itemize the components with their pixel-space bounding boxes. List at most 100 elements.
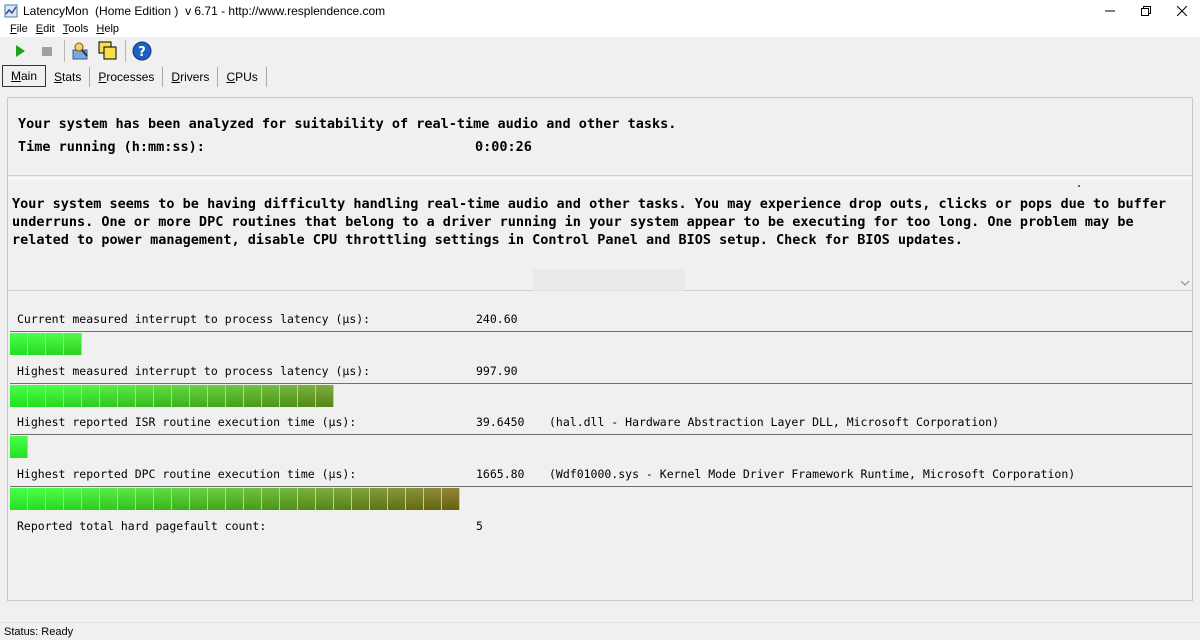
bar-segment: [208, 488, 226, 510]
bar-segment: [208, 385, 226, 407]
summary-section: Your system has been analyzed for suitab…: [8, 98, 1192, 176]
menu-tools-label: ools: [68, 23, 89, 35]
tab-stats-mnemonic: S: [54, 70, 63, 84]
menu-file-label: ile: [16, 23, 28, 35]
bar-segment: [10, 436, 28, 458]
tab-main[interactable]: Main: [2, 65, 47, 87]
bar-segment: [28, 333, 46, 355]
current-latency-bar-fill: [10, 333, 82, 355]
start-monitoring-button[interactable]: [8, 39, 32, 63]
tooltip-ghost: [533, 269, 685, 291]
bar-segment: [262, 385, 280, 407]
bar-segment: [154, 385, 172, 407]
bar-segment: [154, 488, 172, 510]
bar-segment: [28, 385, 46, 407]
current-latency-label: Current measured interrupt to process la…: [17, 312, 371, 326]
menu-file[interactable]: File: [10, 23, 28, 35]
bar-segment: [244, 488, 262, 510]
bar-segment: [190, 488, 208, 510]
main-panel: Your system has been analyzed for suitab…: [7, 97, 1193, 601]
window-overlay-button[interactable]: [96, 39, 120, 63]
analyze-drivers-button[interactable]: [69, 39, 93, 63]
bar-segment: [298, 488, 316, 510]
metrics-section: Current measured interrupt to process la…: [8, 293, 1192, 601]
title-bar: LatencyMon (Home Edition ) v 6.71 - http…: [0, 0, 1200, 21]
tab-drivers-label: rivers: [180, 70, 210, 84]
menu-bar: File Edit Tools Help: [0, 21, 1200, 37]
tab-processes[interactable]: Processes: [90, 67, 164, 87]
toolbar: ?: [0, 37, 1200, 65]
minimize-icon: [1105, 10, 1115, 11]
menu-edit[interactable]: Edit: [36, 23, 55, 35]
play-icon: [16, 45, 25, 57]
isr-time-bar: [10, 434, 1192, 458]
scroll-down-icon[interactable]: [1180, 279, 1190, 287]
analysis-summary: Your system has been analyzed for suitab…: [18, 116, 677, 132]
stop-icon: [42, 47, 52, 56]
bar-segment: [136, 488, 154, 510]
menu-help-label: elp: [104, 23, 120, 35]
minimize-button[interactable]: [1092, 0, 1128, 21]
cursor-dot: [1078, 185, 1080, 187]
current-latency-bar: [10, 331, 1192, 355]
menu-tools[interactable]: Tools: [63, 23, 89, 35]
tab-cpus-mnemonic: C: [226, 70, 236, 84]
menu-edit-mnemonic: E: [35, 23, 44, 35]
window-overlay-icon: [98, 41, 117, 60]
tab-bar: Main Stats Processes Drivers C PUs: [0, 65, 1200, 87]
bar-segment: [280, 488, 298, 510]
bar-segment: [118, 385, 136, 407]
bar-segment: [406, 488, 424, 510]
toolbar-separator: [64, 40, 65, 62]
bar-segment: [64, 385, 82, 407]
bar-segment: [190, 385, 208, 407]
tab-stats[interactable]: Stats: [46, 67, 91, 87]
bar-segment: [262, 488, 280, 510]
bar-segment: [10, 333, 28, 355]
bar-segment: [82, 488, 100, 510]
window-title: LatencyMon (Home Edition ) v 6.71 - http…: [23, 3, 386, 18]
bar-segment: [64, 488, 82, 510]
bar-segment: [100, 385, 118, 407]
bar-segment: [334, 488, 352, 510]
menu-file-mnemonic: F: [10, 23, 17, 35]
bar-segment: [298, 385, 316, 407]
bar-segment: [352, 488, 370, 510]
restore-button[interactable]: [1128, 0, 1164, 21]
tab-stats-label: tats: [62, 70, 82, 84]
bar-segment: [226, 385, 244, 407]
bar-segment: [46, 488, 64, 510]
bar-segment: [28, 488, 46, 510]
close-button[interactable]: [1164, 0, 1200, 21]
bar-segment: [226, 488, 244, 510]
dpc-time-label: Highest reported DPC routine execution t…: [17, 467, 357, 481]
bar-segment: [424, 488, 442, 510]
current-latency-value: 240.60: [476, 312, 518, 326]
bar-segment: [370, 488, 388, 510]
stop-monitoring-button[interactable]: [35, 39, 59, 63]
conclusion-section[interactable]: Your system seems to be having difficult…: [8, 178, 1192, 291]
close-icon: [1177, 5, 1187, 16]
bar-segment: [46, 385, 64, 407]
tab-drivers[interactable]: Drivers: [163, 67, 219, 87]
time-running-label: Time running (h:mm:ss):: [18, 139, 205, 155]
bar-segment: [172, 488, 190, 510]
help-button[interactable]: ?: [130, 39, 154, 63]
status-text: Status: Ready: [4, 625, 74, 638]
bar-segment: [316, 385, 334, 407]
isr-time-value: 39.6450: [476, 415, 525, 429]
tab-cpus[interactable]: C PUs: [218, 67, 267, 87]
bar-segment: [10, 488, 28, 510]
bar-segment: [172, 385, 190, 407]
bar-segment: [46, 333, 64, 355]
highest-latency-bar-fill: [10, 385, 334, 407]
bar-segment: [64, 333, 82, 355]
status-bar: Status: Ready: [0, 622, 1200, 640]
bar-segment: [388, 488, 406, 510]
menu-help[interactable]: Help: [96, 23, 119, 35]
toolbar-separator: [125, 40, 126, 62]
highest-latency-label: Highest measured interrupt to process la…: [17, 364, 371, 378]
tab-main-label: ain: [21, 69, 38, 83]
highest-latency-value: 997.90: [476, 364, 518, 378]
tab-processes-mnemonic: P: [98, 70, 107, 84]
